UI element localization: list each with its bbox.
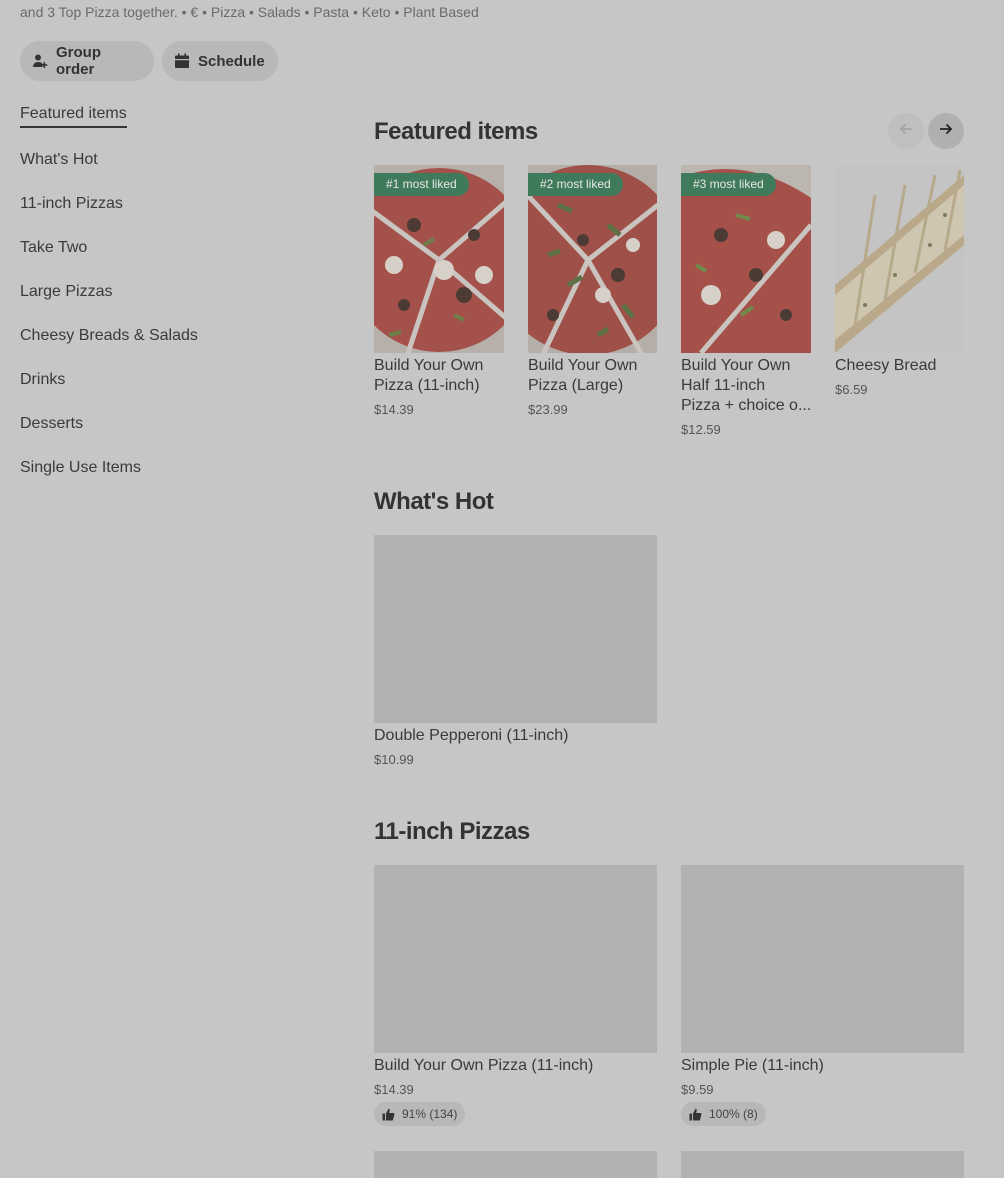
item-name-line: Pizza (11-inch) <box>374 377 480 394</box>
sidebar-item-large-pizzas[interactable]: Large Pizzas <box>20 283 113 301</box>
rating-badge: 91% (134) <box>374 1102 466 1126</box>
pizza-item-image[interactable] <box>681 1151 964 1178</box>
featured-item-price: $23.99 <box>528 402 568 417</box>
featured-item-name[interactable]: Build Your Own Pizza (Large) <box>528 356 658 396</box>
sidebar-item-whats-hot[interactable]: What's Hot <box>20 151 98 169</box>
rating-badge: 100% (8) <box>681 1102 766 1126</box>
item-name-line: Build Your Own <box>681 357 791 374</box>
pizza-item-name[interactable]: Simple Pie (11-inch) <box>681 1056 824 1076</box>
thumbs-up-icon <box>689 1108 702 1121</box>
sidebar-item-drinks[interactable]: Drinks <box>20 371 65 389</box>
featured-item-price: $14.39 <box>374 402 414 417</box>
featured-item-image[interactable] <box>835 165 964 353</box>
item-name-line: Pizza + choice o... <box>681 397 812 414</box>
item-name-line: Half 11-inch <box>681 377 766 394</box>
11-inch-pizzas-heading: 11-inch Pizzas <box>374 818 530 845</box>
whats-hot-heading: What's Hot <box>374 488 494 515</box>
group-order-label: Group order <box>56 44 101 78</box>
featured-item-image[interactable]: #2 most liked <box>528 165 657 353</box>
pizza-item-image[interactable] <box>681 865 964 1053</box>
most-liked-badge: #2 most liked <box>528 173 623 196</box>
featured-item-image[interactable]: #3 most liked <box>681 165 811 353</box>
add-person-icon <box>32 53 48 69</box>
pizza-item-price: $14.39 <box>374 1082 414 1097</box>
rating-text: 100% (8) <box>709 1107 758 1121</box>
featured-item-image[interactable]: #1 most liked <box>374 165 504 353</box>
pizza-item-name[interactable]: Build Your Own Pizza (11-inch) <box>374 1056 593 1076</box>
schedule-label: Schedule <box>198 52 265 70</box>
featured-item-name[interactable]: Cheesy Bread <box>835 356 964 376</box>
cheesy-bread-image-icon <box>835 165 964 353</box>
sidebar-item-featured-items[interactable]: Featured items <box>20 105 127 128</box>
calendar-icon <box>174 53 190 69</box>
featured-item-price: $6.59 <box>835 382 868 397</box>
item-name-line: Pizza (Large) <box>528 377 624 394</box>
featured-items-heading: Featured items <box>374 118 538 145</box>
carousel-prev-button[interactable] <box>888 113 924 149</box>
whats-hot-item-price: $10.99 <box>374 752 414 767</box>
most-liked-badge: #3 most liked <box>681 173 776 196</box>
featured-item-name[interactable]: Build Your Own Half 11-inch Pizza + choi… <box>681 356 813 416</box>
sidebar-item-single-use-items[interactable]: Single Use Items <box>20 459 141 477</box>
rating-text: 91% (134) <box>402 1107 458 1121</box>
thumbs-up-icon <box>382 1108 395 1121</box>
group-order-button[interactable]: Group order <box>20 41 154 81</box>
sidebar-item-cheesy-breads-salads[interactable]: Cheesy Breads & Salads <box>20 327 198 345</box>
pizza-item-image[interactable] <box>374 865 657 1053</box>
whats-hot-item-image[interactable] <box>374 535 657 723</box>
arrow-right-icon <box>938 121 954 142</box>
featured-item-name[interactable]: Build Your Own Pizza (11-inch) <box>374 356 504 396</box>
sidebar-item-take-two[interactable]: Take Two <box>20 239 87 257</box>
item-name-line: Build Your Own <box>374 357 484 374</box>
item-name-line: Cheesy Bread <box>835 357 937 374</box>
store-page: and 3 Top Pizza together. • € • Pizza • … <box>0 0 1004 1178</box>
featured-item-price: $12.59 <box>681 422 721 437</box>
schedule-button[interactable]: Schedule <box>162 41 278 81</box>
store-subtitle: and 3 Top Pizza together. • € • Pizza • … <box>20 4 479 20</box>
item-name-line: Build Your Own <box>528 357 638 374</box>
pizza-item-image[interactable] <box>374 1151 657 1178</box>
most-liked-badge: #1 most liked <box>374 173 469 196</box>
sidebar-item-11-inch-pizzas[interactable]: 11-inch Pizzas <box>20 195 123 213</box>
sidebar-item-desserts[interactable]: Desserts <box>20 415 83 433</box>
whats-hot-item-name[interactable]: Double Pepperoni (11-inch) <box>374 726 568 746</box>
pizza-item-price: $9.59 <box>681 1082 714 1097</box>
carousel-next-button[interactable] <box>928 113 964 149</box>
arrow-left-icon <box>898 121 914 142</box>
